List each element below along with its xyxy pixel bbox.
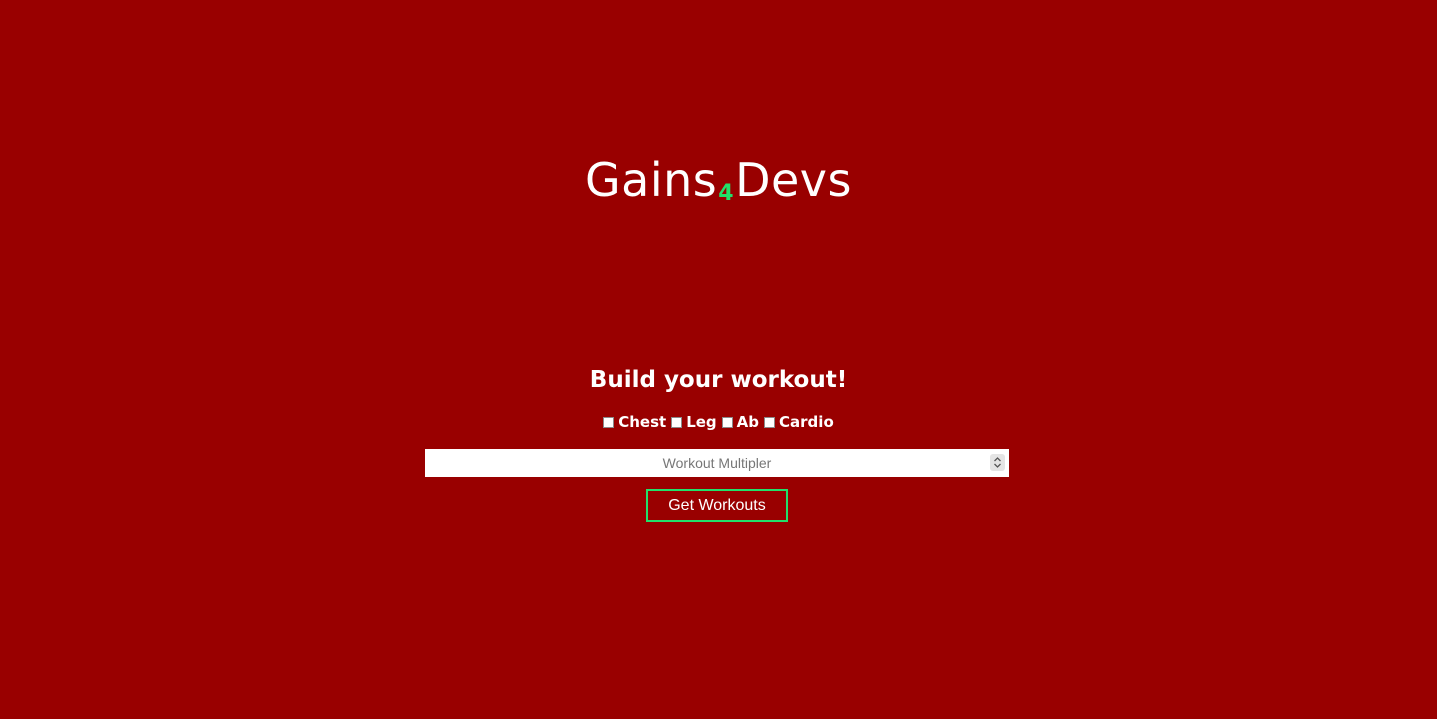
ab-checkbox[interactable] [721, 416, 733, 428]
chest-checkbox[interactable] [603, 416, 615, 428]
ab-label: Ab [736, 413, 760, 431]
option-chest[interactable]: Chest [603, 411, 666, 433]
cardio-label: Cardio [779, 413, 834, 431]
page-heading: Build your workout! [589, 367, 848, 393]
cardio-checkbox[interactable] [764, 416, 776, 428]
leg-checkbox[interactable] [671, 416, 683, 428]
workout-type-options: Chest Leg Ab Cardio [0, 411, 1437, 433]
leg-label: Leg [686, 413, 717, 431]
logo-text-devs: Devs [735, 153, 852, 207]
logo-text-gains: Gains [585, 153, 718, 207]
option-cardio[interactable]: Cardio [764, 411, 834, 433]
stepper-arrows-icon [994, 457, 1001, 468]
workout-multiplier-field [425, 449, 1009, 477]
number-stepper[interactable] [990, 454, 1005, 471]
option-leg[interactable]: Leg [671, 411, 717, 433]
chest-label: Chest [618, 413, 667, 431]
option-ab[interactable]: Ab [721, 411, 760, 433]
workout-multiplier-input[interactable] [425, 449, 1009, 477]
logo: Gains4Devs [0, 150, 1437, 224]
get-workouts-button[interactable]: Get Workouts [646, 489, 788, 522]
logo-text-four: 4 [718, 181, 735, 206]
